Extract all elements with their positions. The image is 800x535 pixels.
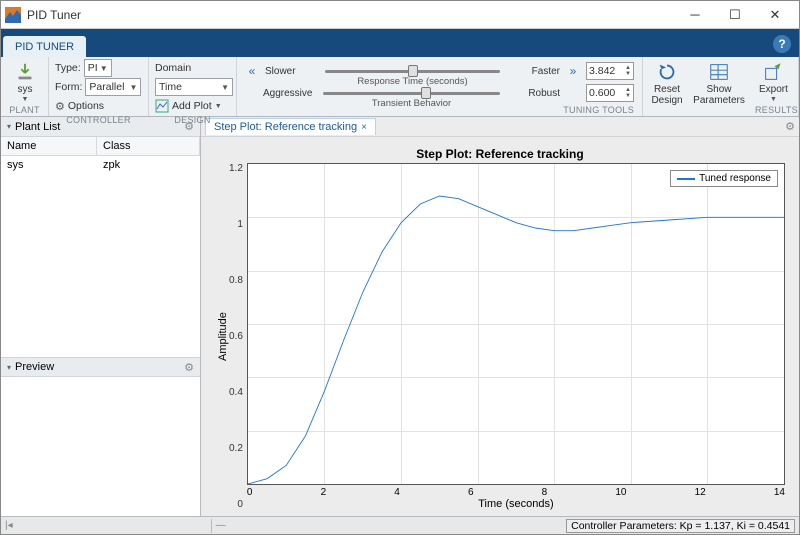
- show-parameters-button[interactable]: Show Parameters: [695, 59, 743, 108]
- chevron-down-icon: ▼: [215, 103, 222, 110]
- ribbon: sys ▼ PLANT Type: PI▼ Form: Parallel▼ ⚙ …: [1, 57, 799, 117]
- close-button[interactable]: ✕: [755, 2, 795, 28]
- plot-title: Step Plot: Reference tracking: [215, 147, 785, 161]
- transient-behavior-spinner[interactable]: 0.600▲▼: [586, 84, 634, 102]
- app-logo-icon: [5, 7, 21, 23]
- response-time-slider[interactable]: Response Time (seconds): [325, 65, 500, 77]
- chart[interactable]: Tuned response: [247, 163, 785, 485]
- chevron-down-icon: ▼: [770, 96, 777, 103]
- toolstrip-tabbar: PID TUNER ?: [1, 29, 799, 57]
- plot-tabbar: Step Plot: Reference tracking × ⚙: [201, 117, 799, 137]
- plot-area: Step Plot: Reference tracking Amplitude …: [201, 137, 799, 516]
- slower-arrow[interactable]: «: [245, 64, 259, 78]
- export-icon: [762, 61, 784, 83]
- collapse-icon: ▾: [7, 122, 11, 131]
- status-bar: |◂ — Controller Parameters: Kp = 1.137, …: [1, 516, 799, 534]
- preview-header[interactable]: ▾ Preview ⚙: [1, 357, 200, 377]
- transient-behavior-slider[interactable]: Transient Behavior: [323, 87, 500, 99]
- col-class[interactable]: Class: [97, 137, 200, 155]
- table-row[interactable]: sys zpk: [1, 156, 200, 174]
- nav-first-icon[interactable]: |◂: [5, 520, 13, 531]
- response-time-spinner[interactable]: 3.842▲▼: [586, 62, 634, 80]
- titlebar: PID Tuner ─ ☐ ✕: [1, 1, 799, 29]
- collapse-icon[interactable]: —: [216, 520, 226, 531]
- reset-icon: [656, 61, 678, 83]
- type-combo[interactable]: PI▼: [84, 59, 112, 77]
- reset-design-button[interactable]: Reset Design: [649, 59, 685, 108]
- y-axis-label: Amplitude: [215, 163, 229, 510]
- x-axis-label: Time (seconds): [247, 498, 785, 510]
- plant-button[interactable]: sys ▼: [7, 59, 43, 105]
- close-icon[interactable]: ×: [361, 122, 367, 133]
- col-name[interactable]: Name: [1, 137, 97, 155]
- tab-pid-tuner[interactable]: PID TUNER: [3, 36, 86, 57]
- options-button[interactable]: ⚙ Options: [55, 97, 104, 115]
- minimize-button[interactable]: ─: [675, 2, 715, 28]
- collapse-icon: ▾: [7, 363, 11, 372]
- download-arrow-icon: [14, 61, 36, 83]
- x-axis-ticks: 02468101214: [247, 485, 785, 498]
- add-plot-button[interactable]: Add Plot ▼: [155, 97, 222, 115]
- help-button[interactable]: ?: [773, 35, 791, 53]
- table-icon: [708, 61, 730, 83]
- domain-combo[interactable]: Time▼: [155, 78, 233, 96]
- gear-icon[interactable]: ⚙: [785, 120, 795, 133]
- status-text: Controller Parameters: Kp = 1.137, Ki = …: [566, 519, 795, 533]
- chevron-down-icon: ▼: [22, 96, 29, 103]
- window-title: PID Tuner: [27, 8, 675, 22]
- export-button[interactable]: Export ▼: [755, 59, 792, 105]
- plot-tab[interactable]: Step Plot: Reference tracking ×: [205, 118, 376, 135]
- form-combo[interactable]: Parallel▼: [85, 78, 141, 96]
- gear-icon[interactable]: ⚙: [184, 361, 194, 374]
- y-axis-ticks: 1.210.80.60.40.20: [229, 163, 247, 510]
- add-plot-icon: [155, 99, 169, 113]
- preview-panel: [1, 377, 200, 516]
- plant-list: Name Class sys zpk: [1, 137, 200, 357]
- gear-icon: ⚙: [55, 100, 65, 113]
- maximize-button[interactable]: ☐: [715, 2, 755, 28]
- faster-arrow[interactable]: »: [566, 64, 580, 78]
